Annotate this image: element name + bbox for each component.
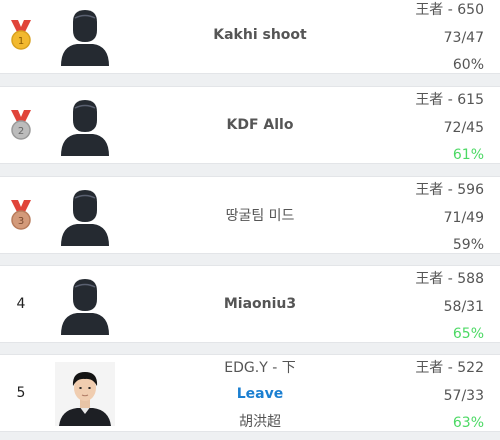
leaderboard-list: 1 Kakhi shoot 王者 - 650 73/47 60% 2 KDF A… <box>0 0 500 440</box>
medal-rank-number: 2 <box>18 126 24 137</box>
silver-medal-icon: 2 <box>11 110 31 140</box>
player-stats: 王者 - 596 71/49 59% <box>415 179 484 253</box>
player-name[interactable]: KDF Allo <box>150 87 370 163</box>
tier-points: 王者 - 615 <box>415 92 484 108</box>
player-row-5[interactable]: 5 EDG.Y - 下 Leave 胡洪超 王者 - 522 57/33 63% <box>0 354 500 432</box>
player-name[interactable]: 땅굴팀 미드 <box>150 177 370 253</box>
rank-number: 4 <box>16 296 26 312</box>
leave-status[interactable]: Leave <box>237 386 283 402</box>
avatar-placeholder-icon <box>54 3 116 69</box>
player-photo-avatar <box>54 361 116 427</box>
player-row-4[interactable]: 4 Miaoniu3 王者 - 588 58/31 65% <box>0 265 500 343</box>
win-rate: 63% <box>452 415 484 431</box>
bronze-medal-icon: 3 <box>11 200 31 230</box>
gold-medal-icon: 1 <box>11 20 31 50</box>
win-rate: 61% <box>452 147 484 163</box>
player-info: EDG.Y - 下 Leave 胡洪超 <box>150 357 370 431</box>
player-name[interactable]: Kakhi shoot <box>150 0 370 73</box>
avatar-placeholder-icon <box>54 272 116 338</box>
team-position: EDG.Y - 下 <box>224 360 296 376</box>
medal-rank-number: 3 <box>18 216 24 227</box>
player-row-3[interactable]: 3 땅굴팀 미드 王者 - 596 71/49 59% <box>0 176 500 254</box>
win-loss-record: 72/45 <box>443 120 484 136</box>
rank-cell: 2 <box>0 87 42 163</box>
rank-number: 5 <box>16 385 26 401</box>
player-row-2[interactable]: 2 KDF Allo 王者 - 615 72/45 61% <box>0 86 500 164</box>
avatar-placeholder-icon <box>54 183 116 249</box>
tier-points: 王者 - 596 <box>415 182 484 198</box>
player-stats: 王者 - 588 58/31 65% <box>415 268 484 342</box>
tier-points: 王者 - 588 <box>415 271 484 287</box>
tier-points: 王者 - 650 <box>415 2 484 18</box>
avatar-placeholder-icon <box>54 93 116 159</box>
player-row-1[interactable]: 1 Kakhi shoot 王者 - 650 73/47 60% <box>0 0 500 74</box>
player-stats: 王者 - 522 57/33 63% <box>415 357 484 431</box>
player-name[interactable]: Miaoniu3 <box>150 266 370 342</box>
medal-rank-number: 1 <box>18 36 24 47</box>
win-loss-record: 58/31 <box>443 299 484 315</box>
win-loss-record: 71/49 <box>443 210 484 226</box>
win-rate: 60% <box>452 57 484 73</box>
tier-points: 王者 - 522 <box>415 360 484 376</box>
player-real-name: 胡洪超 <box>239 414 281 430</box>
win-loss-record: 57/33 <box>443 388 484 404</box>
player-stats: 王者 - 615 72/45 61% <box>415 89 484 163</box>
rank-cell: 3 <box>0 177 42 253</box>
player-stats: 王者 - 650 73/47 60% <box>415 0 484 73</box>
win-rate: 65% <box>452 326 484 342</box>
rank-cell: 1 <box>0 0 42 73</box>
win-loss-record: 73/47 <box>443 30 484 46</box>
win-rate: 59% <box>452 237 484 253</box>
